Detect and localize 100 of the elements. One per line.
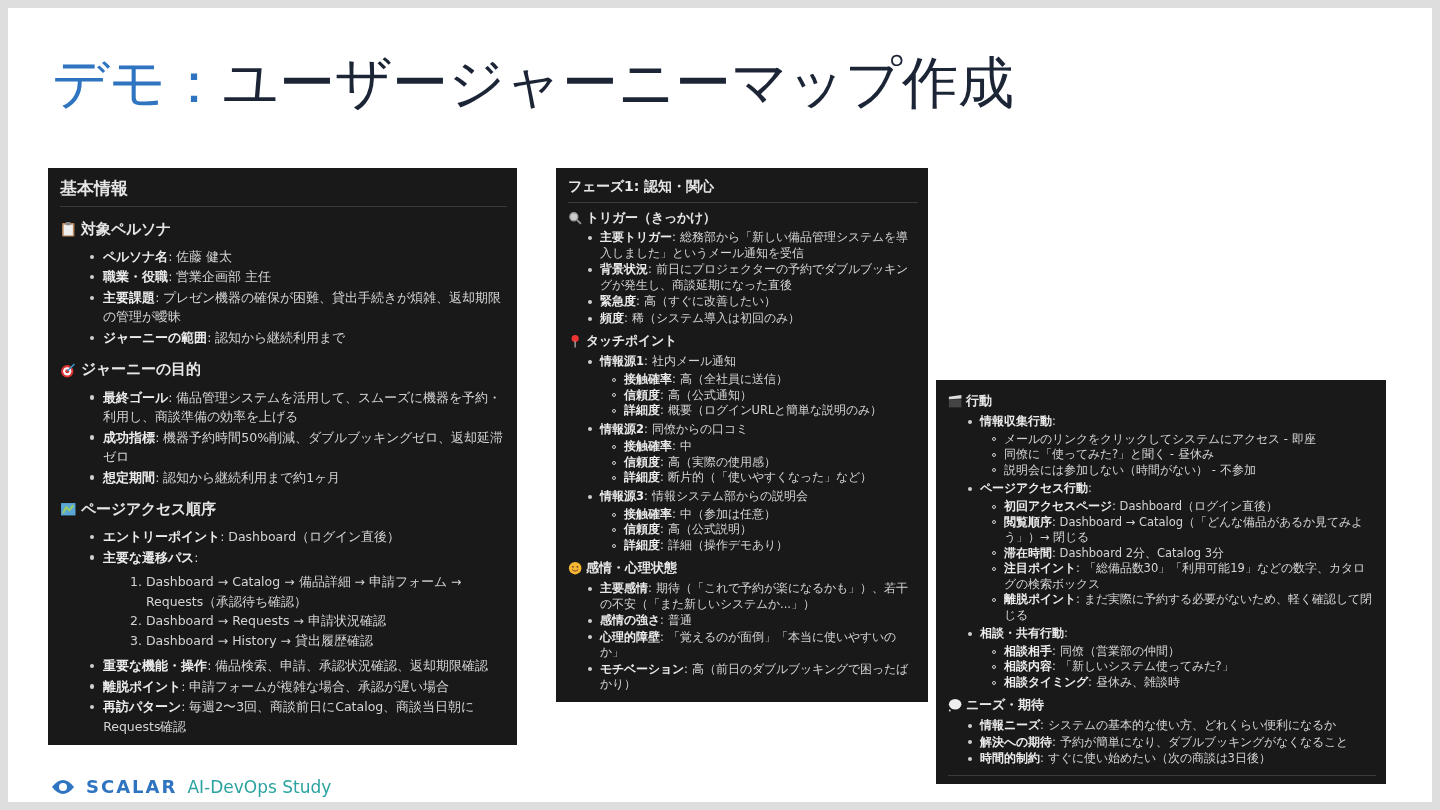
section-heading: ジャーニーの目的 — [80, 359, 201, 381]
bullet-icon — [588, 618, 592, 623]
bullet-icon — [90, 295, 95, 300]
bullet-icon — [588, 586, 592, 591]
list-item-text: 時間的制約: すぐに使い始めたい（次の商談は3日後） — [980, 751, 1271, 767]
list-item-text: 主要感情: 期待（「これで予約が楽になるかも」）、若干の不安（「また新しいシステムか...」） — [600, 581, 909, 613]
panel-title: フェーズ1: 認知・関心 — [568, 174, 918, 203]
list-item-text: 情報源1: 社内メール通知 — [600, 354, 736, 370]
target-icon — [60, 361, 77, 379]
clapperboard-icon — [948, 393, 963, 409]
list-item-text: 詳細度: 断片的（「使いやすくなった」など） — [624, 470, 872, 486]
bullet-icon — [90, 395, 95, 400]
list-item-text: メールのリンクをクリックしてシステムにアクセス - 即座 — [1004, 431, 1316, 448]
list-item-text: 接触確率: 中（参加は任意） — [624, 506, 776, 522]
list-item-text: 注目ポイント: 「総備品数30」「利用可能19」などの数字、カタログの検索ボックス — [1004, 561, 1366, 593]
list-item-text: 同僚に「使ってみた?」と聞く - 昼休み — [1004, 447, 1214, 463]
bullet-icon — [90, 435, 95, 440]
bullet-icon — [588, 494, 592, 499]
list-number: 3. — [130, 631, 142, 650]
bullet-icon — [968, 723, 972, 728]
list-item-text: 再訪パターン: 毎週2〜3回、商談前日にCatalog、商談当日朝にRequests確認 — [103, 698, 476, 736]
list-item-text: 情報ニーズ: システムの基本的な使い方、どれくらい便利になるか — [980, 718, 1336, 734]
list-item-text: 離脱ポイント: 申請フォームが複雑な場合、承認が遅い場合 — [103, 677, 450, 696]
list-item-text: 主要トリガー: 総務部から「新しい備品管理システムを導入しました」というメール通知を受信 — [600, 230, 909, 262]
list-item-text: 滞在時間: Dashboard 2分、Catalog 3分 — [1004, 545, 1225, 561]
list-item-text: 背景状況: 前日にプロジェクターの予約でダブルブッキングが発生し、商談延期になった直後 — [600, 262, 909, 294]
list-item-text: 職業・役職: 営業企画部 主任 — [103, 268, 272, 287]
section-heading: トリガー（きっかけ） — [586, 208, 717, 227]
list-item-text: 想定期間: 認知から継続利用まで約1ヶ月 — [103, 468, 341, 487]
list-item-text: Dashboard → History → 貸出履歴確認 — [145, 631, 374, 650]
list-item-text: 成功指標: 機器予約時間50%削減、ダブルブッキングゼロ、返却延滞ゼロ — [103, 428, 505, 467]
list-item-text: 相談内容: 「新しいシステム使ってみた?」 — [1004, 659, 1234, 675]
section-heading: 対象ペルソナ — [80, 218, 171, 240]
list-number: 2. — [130, 612, 142, 631]
list-item-text: 解決への期待: 予約が簡単になり、ダブルブッキングがなくなること — [980, 734, 1348, 751]
bullet-icon — [968, 756, 972, 761]
list-item-text: 主要な遷移パス: — [103, 548, 199, 567]
list-item-text: 緊急度: 高（すぐに改善したい） — [600, 294, 776, 310]
bullet-icon — [588, 635, 592, 640]
bullet-icon — [90, 704, 95, 710]
list-item-text: 情報源3: 情報システム部からの説明会 — [600, 488, 808, 505]
bullet-icon — [90, 475, 95, 480]
list-item-text: 信頼度: 高（実際の使用感） — [624, 454, 776, 470]
list-item-text: 心理的障壁: 「覚えるのが面倒」「本当に使いやすいのか」 — [600, 629, 897, 661]
bullet-icon — [968, 740, 972, 745]
list-item-text: エントリーポイント: Dashboard（ログイン直後） — [103, 528, 401, 547]
list-item-text: 詳細度: 詳細（操作デモあり） — [624, 537, 788, 554]
bullet-icon — [588, 427, 592, 432]
list-item-text: 情報源2: 同僚からの口コミ — [600, 421, 748, 438]
list-item-text: モチベーション: 高（前日のダブルブッキングで困ったばかり） — [600, 661, 909, 693]
section-heading: 感情・心理状態 — [586, 559, 678, 578]
list-item-text: 説明会には参加しない（時間がない） - 不参加 — [1004, 462, 1256, 479]
list-item-text: 詳細度: 概要（ログインURLと簡単な説明のみ） — [624, 403, 883, 419]
bullet-icon — [90, 555, 95, 560]
list-item-text: 主要課題: プレゼン機器の確保が困難、貸出手続きが煩雑、返却期限の管理が曖昧 — [103, 289, 503, 327]
bullet-icon — [588, 359, 592, 364]
bullet-icon — [588, 316, 592, 321]
bullet-icon — [90, 275, 95, 280]
list-item-text: 信頼度: 高（公式通知） — [624, 387, 752, 403]
bullet-icon — [968, 419, 972, 424]
list-item-text: ジャーニーの範囲: 認知から継続利用まで — [103, 329, 346, 347]
list-item-text: 感情の強さ: 普通 — [600, 613, 692, 629]
list-item-text: 重要な機能・操作: 備品検索、申請、承認状況確認、返却期限確認 — [103, 657, 489, 676]
panel-title: 基本情報 — [60, 174, 507, 207]
slide-title: デモ：ユーザージャーニーマップ作成 — [52, 49, 1014, 117]
list-item-text: ページアクセス行動: — [980, 481, 1092, 497]
list-item-text: 相談相手: 同僚（営業部の仲間） — [1004, 643, 1180, 659]
section-heading: 行動 — [966, 392, 993, 410]
list-item-text: 相談・共有行動: — [980, 626, 1068, 642]
list-item-text: 情報収集行動: — [980, 413, 1056, 430]
footer-subtitle: AI-DevOps Study — [187, 776, 332, 797]
bullet-icon — [90, 335, 95, 340]
bullet-icon — [588, 268, 592, 273]
section-heading: ニーズ・期待 — [966, 696, 1045, 715]
bullet-icon — [588, 236, 592, 241]
list-item-text: Dashboard → Requests → 申請状況確認 — [145, 612, 386, 631]
speech-bubble-icon — [948, 698, 963, 713]
map-icon — [60, 501, 77, 518]
bullet-icon — [90, 684, 95, 689]
list-number: 1. — [130, 573, 142, 592]
bullet-icon — [90, 254, 95, 259]
smiley-icon — [568, 561, 583, 576]
list-item-text: 最終ゴール: 備品管理システムを活用して、スムーズに機器を予約・利用し、商談準備の効率を上げる — [103, 388, 503, 427]
list-item-text: 信頼度: 高（公式説明） — [624, 522, 752, 538]
section-heading: タッチポイント — [586, 332, 678, 351]
list-item-text: 初回アクセスページ: Dashboard（ログイン直後） — [1004, 499, 1278, 515]
list-item-text: 離脱ポイント: まだ実際に予約する必要がないため、軽く確認して閉じる — [1004, 592, 1373, 624]
search-icon — [568, 210, 583, 225]
bullet-icon — [968, 486, 972, 491]
section-heading: ページアクセス順序 — [80, 499, 216, 521]
clipboard-icon — [60, 221, 77, 238]
list-item-text: 相談タイミング: 昼休み、雑談時 — [1004, 674, 1180, 691]
list-item-text: 接触確率: 中 — [624, 439, 692, 455]
bullet-icon — [588, 300, 592, 305]
list-item-text: ペルソナ名: 佐藤 健太 — [103, 248, 233, 266]
bullet-icon — [588, 667, 592, 672]
list-item-text: Dashboard → Catalog → 備品詳細 → 申請フォーム → Requests（承認待ち確認） — [145, 573, 463, 611]
list-item-text: 接触確率: 高（全社員に送信） — [624, 372, 788, 388]
bullet-icon — [90, 663, 95, 669]
bullet-icon — [90, 534, 95, 540]
